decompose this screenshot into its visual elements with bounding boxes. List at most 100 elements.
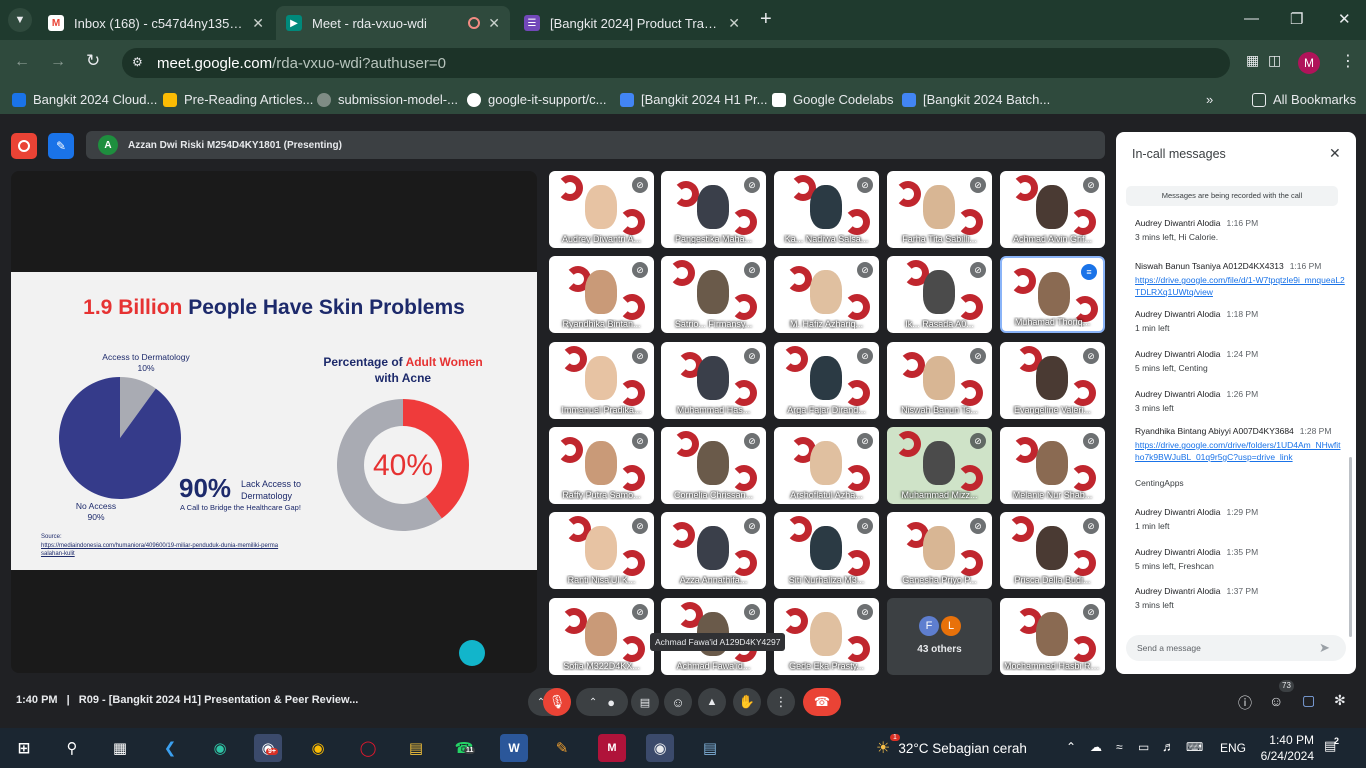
mendeley-icon[interactable]: M [598, 734, 626, 762]
address-bar[interactable]: ⚙ meet.google.com/rda-vxuo-wdi?authuser=… [122, 48, 1230, 78]
tab-gmail[interactable]: M Inbox (168) - c547d4ny1355@b ✕ [38, 6, 274, 40]
tab-forms[interactable]: ☰ [Bangkit 2024] Product Track Ca ✕ [514, 6, 750, 40]
site-info-icon[interactable]: ⚙ [132, 55, 143, 69]
scrollbar[interactable] [1349, 457, 1352, 637]
close-icon[interactable]: ✕ [488, 15, 500, 32]
participant-tile[interactable]: ⊘ Ganesha Priyo P... [887, 512, 992, 589]
message-input[interactable]: Send a message ➤ [1126, 635, 1346, 661]
more-options-button[interactable]: ⋮ [767, 688, 795, 716]
bookmark-item[interactable]: Google Codelabs [772, 92, 893, 107]
bookmark-item[interactable]: google-it-support/c... [467, 92, 607, 107]
clock[interactable]: 1:40 PM 6/24/2024 [1254, 732, 1314, 764]
raise-hand-button[interactable]: ✋ [733, 688, 761, 716]
opera-icon[interactable]: ◯ [354, 734, 382, 762]
participant-tile[interactable]: ⊘ Evangeline Valeri... [1000, 342, 1105, 419]
participant-tile[interactable]: ⊘ Pangestika Maha... [661, 171, 766, 248]
participant-tile[interactable]: ⊘ Gede Eka Prasty... [774, 598, 879, 675]
tab-search-button[interactable]: ▼ [8, 8, 32, 32]
bookmark-item[interactable]: Bangkit 2024 Cloud... [12, 92, 157, 107]
chat-icon[interactable]: ▢ [1302, 692, 1315, 709]
info-icon[interactable]: ⓘ [1238, 693, 1252, 713]
stop-presenting-button[interactable] [11, 133, 37, 159]
participant-tile[interactable]: ⊘ Immanuel Pradika... [549, 342, 654, 419]
participant-tile[interactable]: ⊘ Ka... Nadiwa Salsa... [774, 171, 879, 248]
back-icon[interactable]: ← [14, 53, 30, 71]
chrome-icon[interactable]: ◉ [304, 734, 332, 762]
participant-tile[interactable]: ⊘ Siti Nurhaliza M3... [774, 512, 879, 589]
annotate-button[interactable]: ✎ [48, 133, 74, 159]
paint-icon[interactable]: ✎ [548, 734, 576, 762]
side-panel-icon[interactable]: ◫ [1268, 52, 1281, 69]
message-link[interactable]: https://drive.google.com/file/d/1-W7tpqt… [1135, 274, 1345, 298]
reload-icon[interactable]: ↻ [86, 51, 100, 71]
participant-tile[interactable]: ⊘ Mochammad Hasbi Rizqull... [1000, 598, 1105, 675]
restore-button[interactable]: ❐ [1290, 10, 1303, 28]
participant-tile[interactable]: ⊘ Ranti Nisa'Ul K... [549, 512, 654, 589]
close-icon[interactable]: ✕ [1329, 145, 1341, 162]
participant-tile[interactable]: ⊘ Prisca Della Budi... [1000, 512, 1105, 589]
camera-button[interactable]: ⌃ ● [576, 688, 628, 716]
extensions-icon[interactable]: ▦ [1246, 52, 1259, 69]
participant-tile[interactable]: ⊘ Raffy Putra Samo... [549, 427, 654, 504]
message-link[interactable]: https://drive.google.com/drive/folders/1… [1135, 439, 1345, 463]
participant-tile[interactable]: ⊘ Satrio... Firmansy... [661, 256, 766, 333]
vscode-icon[interactable]: ❮ [156, 734, 184, 762]
bookmark-item[interactable]: Pre-Reading Articles... [163, 92, 313, 107]
notes-icon[interactable]: ▤ [696, 734, 724, 762]
present-button[interactable]: ▲ [698, 688, 726, 716]
avatar[interactable]: M [1298, 52, 1320, 74]
forward-icon[interactable]: → [50, 53, 66, 71]
participant-tile[interactable]: ⊘ Azza Annathifa... [661, 512, 766, 589]
captions-button[interactable]: ▤ [631, 688, 659, 716]
participant-tile[interactable]: ⊘ Cornelia Chrissan... [661, 427, 766, 504]
participant-tile[interactable]: ⊘ Muhammad Has... [661, 342, 766, 419]
bookmark-item[interactable]: submission-model-... [317, 92, 458, 107]
edge-icon[interactable]: ◉ [206, 734, 234, 762]
volume-icon[interactable]: ♬ [1162, 739, 1175, 754]
reactions-button[interactable]: ☺ [664, 688, 692, 716]
chrome-icon[interactable]: ◉9+ [254, 734, 282, 762]
search-icon[interactable]: ⚲ [58, 734, 86, 762]
participant-tile[interactable]: ⊘ Ik... Rasada A0... [887, 256, 992, 333]
keyboard-icon[interactable]: ⌨ [1186, 740, 1203, 754]
new-tab-button[interactable]: + [760, 8, 772, 31]
mic-button[interactable]: 🎙 [543, 688, 571, 716]
participant-tile[interactable]: ⊘ Audrey Diwantri A... [549, 171, 654, 248]
weather-widget[interactable]: ☀ 32°C Sebagian cerah 1 [876, 734, 1027, 758]
participant-tile[interactable]: ⊘ Melanie Nur Shab... [1000, 427, 1105, 504]
leave-call-button[interactable]: ☎ [803, 688, 841, 716]
send-icon[interactable]: ➤ [1319, 640, 1330, 656]
whatsapp-icon[interactable]: ☎11 [450, 734, 478, 762]
close-icon[interactable]: ✕ [728, 15, 740, 32]
word-icon[interactable]: W [500, 734, 528, 762]
close-window-button[interactable]: ✕ [1338, 10, 1351, 28]
minimize-button[interactable]: — [1244, 10, 1259, 27]
battery-icon[interactable]: ▭ [1138, 740, 1149, 754]
bookmark-item[interactable]: [Bangkit 2024 H1 Pr... [620, 92, 767, 107]
bookmark-item[interactable]: [Bangkit 2024 Batch... [902, 92, 1050, 107]
others-tile[interactable]: F L 43 others [887, 598, 992, 675]
activities-icon[interactable]: ✻ [1334, 692, 1346, 709]
participant-tile[interactable]: ⊘ Farha Tita Sabilli... [887, 171, 992, 248]
participant-tile[interactable]: ⊘ Ryandhika Bintan... [549, 256, 654, 333]
participant-tile[interactable]: ⊘ M. Hafiz Azhariq... [774, 256, 879, 333]
participant-tile[interactable]: ⊘ Achmad Alvin Grif... [1000, 171, 1105, 248]
chrome-profile-icon[interactable]: ◉ [646, 734, 674, 762]
close-icon[interactable]: ✕ [252, 15, 264, 32]
more-bookmarks-icon[interactable]: » [1206, 92, 1213, 107]
all-bookmarks[interactable]: All Bookmarks [1252, 92, 1356, 107]
wifi-icon[interactable]: ≈ [1116, 740, 1123, 754]
task-view-icon[interactable]: ▦ [106, 734, 134, 762]
participant-tile[interactable]: ⊘ Arshoflatul Azha... [774, 427, 879, 504]
people-icon[interactable]: ☺ [1269, 693, 1283, 709]
file-explorer-icon[interactable]: ▤ [402, 734, 430, 762]
tab-meet[interactable]: ▶ Meet - rda-vxuo-wdi ✕ [276, 6, 510, 40]
language-indicator[interactable]: ENG [1220, 741, 1246, 755]
notification-center-button[interactable]: ▤ 2 [1324, 736, 1346, 758]
menu-icon[interactable]: ⋮ [1340, 51, 1356, 71]
participant-tile[interactable]: ⊘ Muhammad Mizz... [887, 427, 992, 504]
participant-tile[interactable]: ⊘ Arga Fajar Dirand... [774, 342, 879, 419]
start-button[interactable]: ⊞ [10, 734, 38, 762]
participant-tile[interactable]: ≡ Muhamad Thoriq... [1000, 256, 1105, 333]
participant-tile[interactable]: ⊘ Niswah Banun Ts... [887, 342, 992, 419]
